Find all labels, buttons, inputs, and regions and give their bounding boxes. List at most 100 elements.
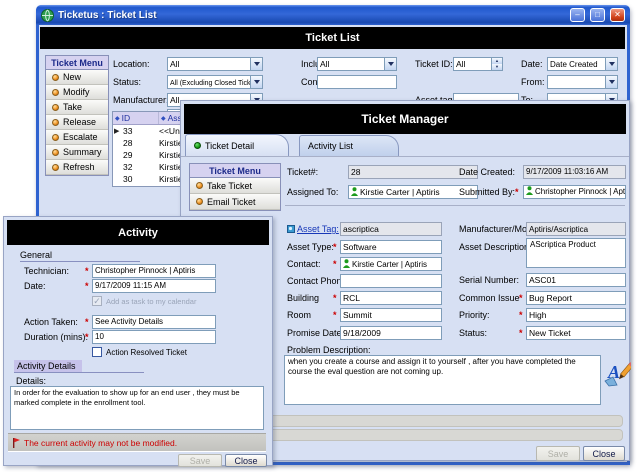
duration-field[interactable]: 10 <box>92 330 216 344</box>
save-button[interactable]: Save <box>178 454 222 467</box>
assigned-to-label: Assigned To: <box>287 187 338 197</box>
cell-id: 29 <box>123 150 132 160</box>
bullet-icon <box>52 89 59 96</box>
location-select[interactable]: All <box>167 57 263 71</box>
menu-item-escalate[interactable]: Escalate <box>46 130 108 145</box>
spinner-buttons[interactable]: ▲▼ <box>491 58 502 70</box>
menu-item-modify[interactable]: Modify <box>46 85 108 100</box>
menu-item-label: Email Ticket <box>207 197 256 207</box>
spellcheck-icon[interactable]: A <box>603 359 631 389</box>
ticket-id-spinner[interactable]: All ▲▼ <box>453 57 503 71</box>
room-field[interactable]: Summit <box>340 308 442 322</box>
problem-description-textarea[interactable]: when you create a course and assign it t… <box>284 355 601 405</box>
section-divider <box>285 205 625 206</box>
chevron-down-icon[interactable] <box>250 58 262 70</box>
problem-description-text: when you create a course and assign it t… <box>288 357 576 376</box>
ticket-id-value: All <box>456 59 465 69</box>
status-select[interactable]: All (Excluding Closed Tickets) <box>167 75 263 89</box>
calendar-checkbox-label: Add as task to my calendar <box>106 297 196 306</box>
menu-item-label: Modify <box>63 87 90 97</box>
contact-phone-field[interactable] <box>340 274 442 288</box>
include-select[interactable]: All <box>317 57 397 71</box>
common-issue-value: Bug Report <box>529 293 572 303</box>
titlebar[interactable]: Ticketus : Ticket List – □ ✕ <box>36 5 630 25</box>
serial-number-value: ASC01 <box>529 275 556 285</box>
action-resolved-label: Action Resolved Ticket <box>106 348 187 357</box>
action-taken-field[interactable]: See Activity Details <box>92 315 216 329</box>
required-marker: * <box>85 332 89 342</box>
close-button[interactable]: Close <box>583 446 625 461</box>
promise-date-field[interactable]: 9/18/2009 <box>340 326 442 340</box>
asset-tag-link[interactable]: Asset Tag: <box>287 224 339 235</box>
maximize-button[interactable]: □ <box>590 8 605 22</box>
technician-field[interactable]: Christopher Pinnock | Aptiris <box>92 264 216 278</box>
flag-icon <box>12 437 20 449</box>
tab-activity-list[interactable]: Activity List <box>299 135 399 156</box>
date-created-field: 9/17/2009 11:03:16 AM <box>523 165 626 179</box>
ticket-no-value: 28 <box>351 167 360 177</box>
priority-field[interactable]: High <box>526 308 626 322</box>
cell-id: 32 <box>123 162 132 172</box>
chevron-down-icon[interactable] <box>250 76 262 88</box>
menu-item-label: Take Ticket <box>207 181 252 191</box>
status-field[interactable]: New Ticket <box>526 326 626 340</box>
section-line <box>20 261 140 262</box>
person-icon <box>526 186 533 195</box>
menu-item-label: Escalate <box>63 132 98 142</box>
details-textarea[interactable]: In order for the evaluation to show up f… <box>10 386 264 430</box>
cell-id: 30 <box>123 174 132 184</box>
date-select[interactable]: Date Created <box>547 57 618 71</box>
section-activity-details-label: Activity Details <box>14 360 82 372</box>
assigned-to-value: Kirstie Carter | Aptiris <box>360 187 440 197</box>
building-field[interactable]: RCL <box>340 291 442 305</box>
asset-tag-label[interactable]: Asset Tag: <box>297 224 339 234</box>
contact-filter-input[interactable] <box>317 75 397 89</box>
chevron-down-icon[interactable] <box>605 58 617 70</box>
column-header-id[interactable]: ◆ID <box>113 112 159 124</box>
manufacturer-model-value: Aptiris/Ascriptica <box>529 225 588 234</box>
bullet-icon <box>196 198 203 205</box>
save-button[interactable]: Save <box>536 446 580 461</box>
spin-down-icon: ▼ <box>492 64 502 70</box>
ticket-list-menu-panel: Ticket Menu New Modify Take Release Esca… <box>45 55 109 176</box>
action-taken-value: See Activity Details <box>95 317 163 326</box>
contact-field[interactable]: Kirstie Carter | Aptiris <box>340 257 442 271</box>
chevron-down-icon[interactable] <box>384 58 396 70</box>
required-marker: * <box>333 293 337 303</box>
menu-item-email-ticket[interactable]: Email Ticket <box>190 194 280 210</box>
status-label: Status: <box>113 77 141 87</box>
svg-text:A: A <box>607 362 620 382</box>
calendar-checkbox[interactable]: ✓ <box>92 296 102 306</box>
close-button[interactable]: Close <box>225 454 267 467</box>
chevron-down-icon[interactable] <box>605 76 617 88</box>
asset-tag-value: ascriptica <box>343 224 379 234</box>
menu-item-release[interactable]: Release <box>46 115 108 130</box>
serial-number-field[interactable]: ASC01 <box>526 273 626 287</box>
minimize-button[interactable]: – <box>570 8 585 22</box>
close-button[interactable]: ✕ <box>610 8 625 22</box>
manufacturer-label: Manufacturer: <box>113 95 169 105</box>
ticket-menu-title: Ticket Menu <box>190 164 280 178</box>
tab-ticket-detail[interactable]: Ticket Detail <box>185 134 289 156</box>
activity-date-field[interactable]: 9/17/2009 11:15 AM <box>92 279 216 293</box>
menu-item-take-ticket[interactable]: Take Ticket <box>190 178 280 194</box>
manufacturer-value: All <box>170 95 179 105</box>
menu-item-refresh[interactable]: Refresh <box>46 160 108 175</box>
required-marker: * <box>85 266 89 276</box>
menu-item-label: Refresh <box>63 162 95 172</box>
common-issue-field[interactable]: Bug Report <box>526 291 626 305</box>
menu-item-new[interactable]: New <box>46 70 108 85</box>
problem-description-label: Problem Description: <box>287 345 371 355</box>
required-marker: * <box>85 281 89 291</box>
action-taken-label: Action Taken: <box>24 317 78 327</box>
from-select[interactable] <box>547 75 618 89</box>
asset-description-textarea[interactable]: AScriptica Product <box>526 238 626 268</box>
promise-date-label: Promise Date: <box>287 328 344 338</box>
submitted-by-field[interactable]: Christopher Pinnock | Apti... <box>523 185 626 199</box>
menu-item-take[interactable]: Take <box>46 100 108 115</box>
asset-type-field[interactable]: Software <box>340 240 442 254</box>
ticket-manager-header: Ticket Manager <box>184 104 626 134</box>
menu-item-summary[interactable]: Summary <box>46 145 108 160</box>
action-resolved-checkbox[interactable] <box>92 347 102 357</box>
ticket-menu-title: Ticket Menu <box>46 56 108 70</box>
